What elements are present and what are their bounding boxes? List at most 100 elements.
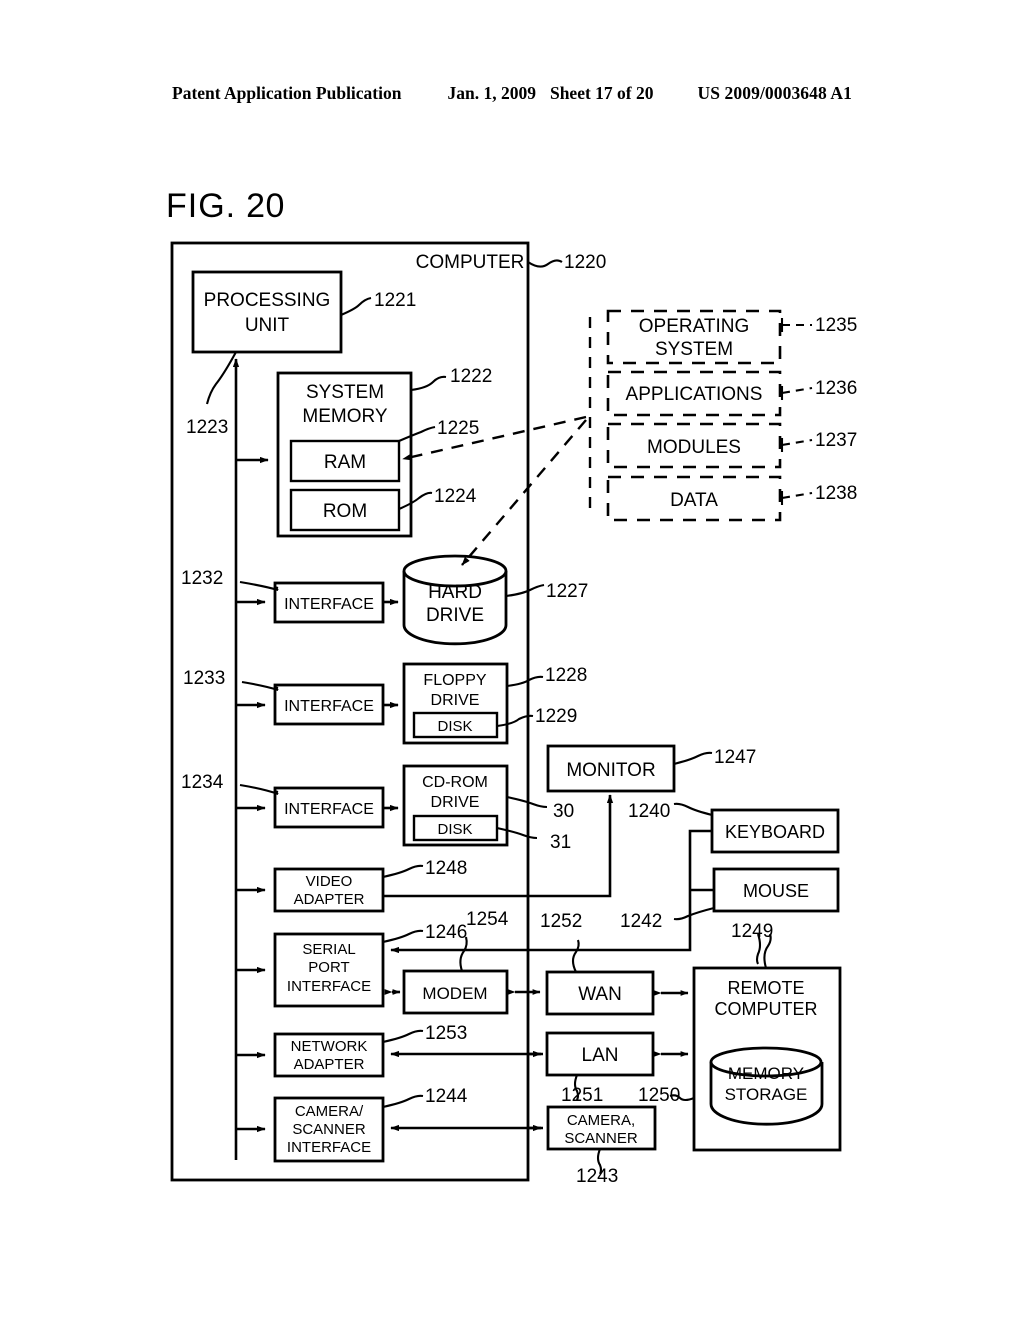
figure-20-block-diagram: COMPUTER PROCESSING UNIT SYSTEM MEMORY R…	[170, 241, 857, 1187]
numeral-cdrom-drive: 30	[553, 801, 574, 822]
cdrom-drive-label-line1: CD-ROM	[422, 774, 488, 791]
processing-unit-label-line2: UNIT	[245, 315, 290, 336]
remote-computer-label-line1: REMOTE	[727, 978, 804, 998]
numeral-modem: 1254	[466, 909, 509, 930]
leader-computer	[527, 259, 563, 268]
leader-monitor	[673, 751, 713, 766]
interface-hard-label: INTERFACE	[284, 596, 374, 613]
leader-interface-cdrom	[239, 783, 279, 795]
operating-system-label-line2: SYSTEM	[655, 339, 733, 360]
numeral-mouse: 1242	[620, 911, 662, 932]
floppy-drive-label-line1: FLOPPY	[423, 672, 486, 689]
numeral-camera-scanner: 1243	[576, 1166, 618, 1187]
data-label: DATA	[670, 490, 718, 511]
leader-camera-interface	[382, 1094, 424, 1109]
numeral-network-adapter: 1253	[425, 1023, 467, 1044]
network-adapter-label-line2: ADAPTER	[294, 1056, 365, 1073]
cdrom-drive-label-line2: DRIVE	[431, 794, 480, 811]
leader-interface-floppy	[241, 680, 279, 691]
numeral-mouse-cable: 1249	[731, 921, 773, 942]
numeral-interface-cdrom: 1234	[181, 772, 224, 793]
leader-modules	[781, 438, 813, 447]
numeral-lan: 1251	[561, 1085, 603, 1106]
leader-rom	[398, 491, 433, 510]
numeral-modules: 1237	[815, 430, 857, 451]
ram-label: RAM	[324, 452, 366, 473]
numeral-monitor: 1247	[714, 747, 756, 768]
modem-label: MODEM	[422, 984, 487, 1003]
numeral-serial-port-interface: 1246	[425, 922, 467, 943]
camera-scanner-interface-label-line2: SCANNER	[292, 1121, 366, 1138]
video-adapter-label-line2: ADAPTER	[294, 891, 365, 908]
numeral-applications: 1236	[815, 378, 857, 399]
video-adapter-label-line1: VIDEO	[306, 873, 353, 890]
numeral-system-memory: 1222	[450, 366, 492, 387]
numeral-hard-drive: 1227	[546, 581, 588, 602]
cdrom-disk-label: DISK	[437, 821, 472, 838]
numeral-bus: 1223	[186, 417, 228, 438]
numeral-floppy-disk: 1229	[535, 706, 577, 727]
camera-scanner-label-line1: CAMERA,	[567, 1112, 635, 1129]
camera-scanner-interface-label-line3: INTERFACE	[287, 1139, 371, 1156]
serial-port-label-line1: SERIAL	[302, 941, 355, 958]
hard-drive-label-line2: DRIVE	[426, 605, 484, 626]
patent-drawing-page: Patent Application Publication Jan. 1, 2…	[0, 0, 1024, 1320]
numeral-cdrom-disk: 31	[550, 832, 571, 853]
numeral-remote-computer: 1250	[638, 1085, 680, 1106]
leader-floppy-drive	[506, 675, 544, 688]
leader-cdrom-disk	[496, 826, 538, 840]
leader-system-memory	[410, 375, 447, 392]
leader-mouse	[673, 906, 715, 921]
leader-serial-port-interface	[382, 929, 424, 944]
computer-label: COMPUTER	[416, 252, 525, 273]
leader-data	[781, 491, 813, 500]
interface-cdrom-label: INTERFACE	[284, 801, 374, 818]
camera-scanner-interface-label-line1: CAMERA/	[295, 1103, 364, 1120]
floppy-disk-label: DISK	[437, 718, 472, 735]
monitor-label: MONITOR	[566, 760, 655, 781]
rom-label: ROM	[323, 501, 367, 522]
mouse-label: MOUSE	[743, 881, 809, 901]
numeral-data: 1238	[815, 483, 857, 504]
numeral-interface-floppy: 1233	[183, 668, 225, 689]
wan-label: WAN	[578, 984, 622, 1005]
camera-scanner-label-line2: SCANNER	[564, 1130, 638, 1147]
hard-drive-label-line1: HARD	[428, 582, 482, 603]
numeral-wan: 1252	[540, 911, 582, 932]
numeral-floppy-drive: 1228	[545, 665, 587, 686]
leader-ram	[398, 425, 436, 442]
keyboard-label: KEYBOARD	[725, 822, 825, 842]
leader-processing-unit	[340, 296, 372, 316]
interface-floppy-label: INTERFACE	[284, 698, 374, 715]
numeral-computer: 1220	[564, 252, 606, 273]
numeral-interface-hard: 1232	[181, 568, 223, 589]
leader-interface-hard	[239, 580, 279, 592]
leader-bus	[205, 351, 237, 405]
numeral-rom: 1224	[434, 486, 477, 507]
leader-video-adapter	[382, 864, 424, 879]
memory-storage-label-line2: STORAGE	[725, 1085, 808, 1104]
memory-storage-label-line1: MEMORY	[728, 1064, 804, 1083]
applications-label: APPLICATIONS	[626, 384, 763, 405]
numeral-keyboard: 1240	[628, 801, 670, 822]
numeral-camera-scanner-interface: 1244	[425, 1086, 468, 1107]
processing-unit-box	[191, 270, 343, 354]
operating-system-label-line1: OPERATING	[639, 316, 750, 337]
numeral-video-adapter: 1248	[425, 858, 467, 879]
leader-hard-drive	[505, 583, 545, 598]
network-adapter-label-line1: NETWORK	[291, 1038, 368, 1055]
numeral-ram: 1225	[437, 418, 479, 439]
modules-label: MODULES	[647, 437, 741, 458]
numeral-operating-system: 1235	[815, 315, 857, 336]
system-memory-label-line1: SYSTEM	[306, 382, 384, 403]
lan-label: LAN	[582, 1045, 619, 1066]
serial-port-label-line2: PORT	[308, 959, 349, 976]
serial-port-label-line3: INTERFACE	[287, 978, 371, 995]
leader-network-adapter	[382, 1029, 424, 1044]
numeral-processing-unit: 1221	[374, 290, 416, 311]
floppy-drive-label-line2: DRIVE	[431, 692, 480, 709]
leader-wan	[571, 939, 580, 973]
leader-applications	[781, 386, 813, 395]
system-memory-label-line2: MEMORY	[302, 406, 387, 427]
processing-unit-label-line1: PROCESSING	[204, 290, 331, 311]
